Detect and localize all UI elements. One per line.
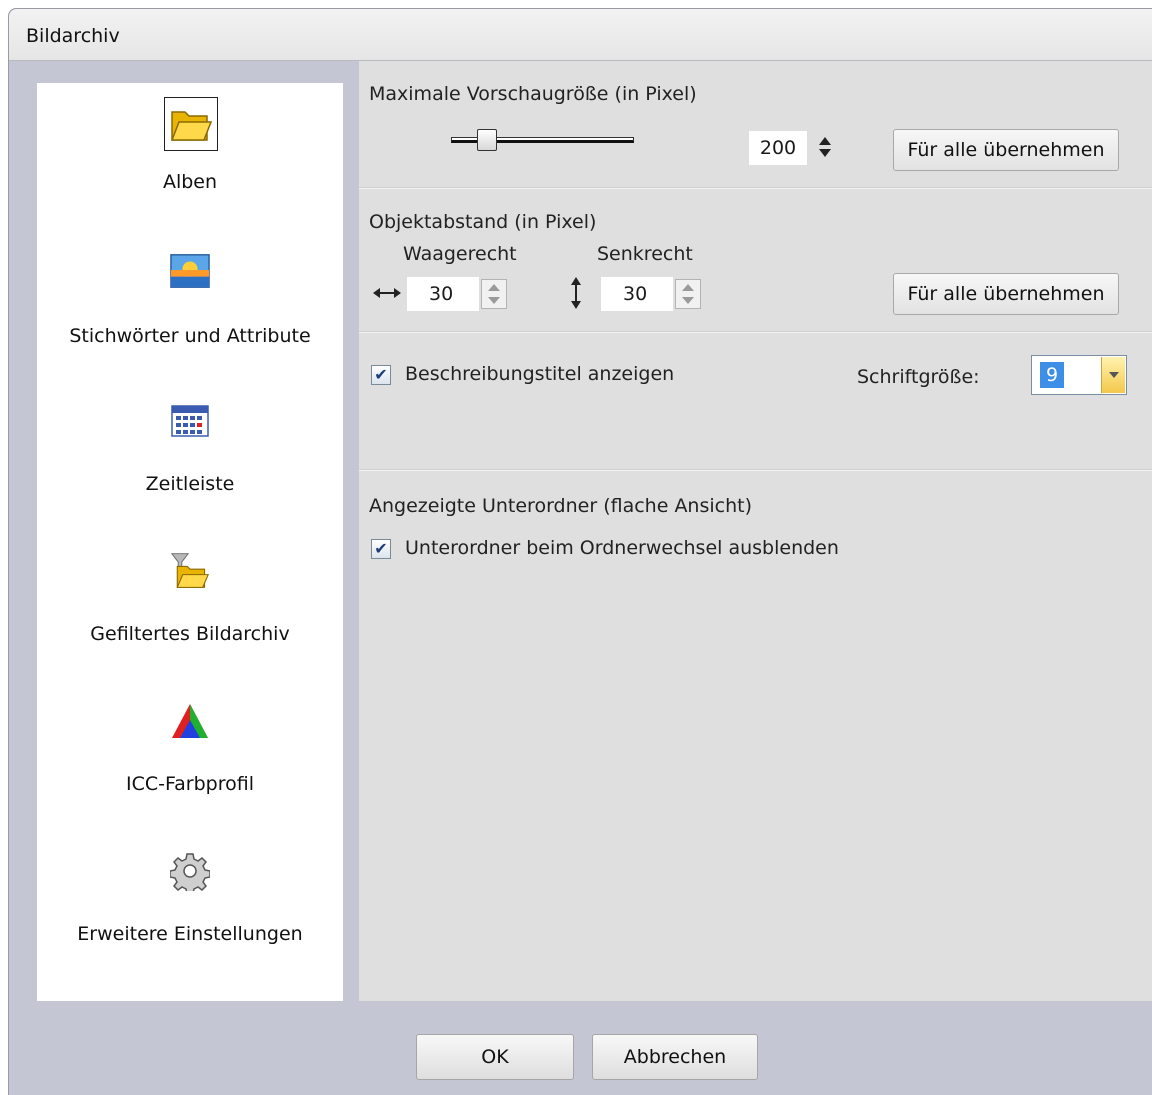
font-size-select[interactable]: 9 (1031, 355, 1127, 395)
sidebar-item-advanced[interactable]: Erweitere Einstellungen (37, 851, 343, 981)
sidebar-item-label: Erweitere Einstellungen (77, 923, 303, 945)
dialog-window: Bildarchiv Alben Stichwörter und Attribu… (8, 8, 1152, 1095)
horizontal-label: Waagerecht (403, 243, 517, 265)
horizontal-spacing-stepper[interactable] (481, 279, 507, 309)
sidebar-item-label: ICC-Farbprofil (125, 773, 255, 795)
sidebar-item-icc[interactable]: ICC-Farbprofil (37, 701, 343, 831)
settings-panel: Maximale Vorschaugröße (in Pixel) 200 Fü… (359, 61, 1152, 1001)
preview-size-stepper[interactable] (817, 133, 833, 163)
sidebar-item-label: Zeitleiste (145, 473, 235, 495)
show-title-label: Beschreibungstitel anzeigen (405, 363, 675, 385)
preview-size-heading: Maximale Vorschaugröße (in Pixel) (369, 83, 697, 105)
vertical-spacing-stepper[interactable] (675, 279, 701, 309)
stepper-up-icon[interactable] (488, 284, 500, 291)
vertical-spacing-input[interactable]: 30 (601, 277, 673, 311)
sidebar-item-label: Alben (162, 171, 218, 193)
horizontal-arrows-icon (371, 283, 403, 303)
category-sidebar: Alben Stichwörter und Attribute Zeitleis… (37, 83, 343, 1001)
chevron-down-icon (1109, 372, 1119, 378)
hide-subfolders-checkbox[interactable]: ✔ (371, 539, 391, 559)
slider-thumb[interactable] (477, 129, 497, 151)
section-divider (359, 187, 1152, 189)
folder-open-icon (164, 97, 218, 151)
section-divider (359, 331, 1152, 333)
subfolders-heading: Angezeigte Unterordner (flache Ansicht) (369, 495, 753, 517)
cancel-button[interactable]: Abbrechen (592, 1034, 758, 1080)
filter-folder-icon (170, 551, 210, 591)
show-title-checkbox[interactable]: ✔ (371, 365, 391, 385)
dropdown-button[interactable] (1101, 357, 1125, 393)
sidebar-item-alben[interactable]: Alben (37, 91, 343, 221)
title-bar[interactable]: Bildarchiv (9, 9, 1152, 61)
window-title: Bildarchiv (26, 25, 120, 47)
stepper-up-icon[interactable] (819, 137, 831, 145)
stepper-down-icon[interactable] (488, 297, 500, 304)
horizontal-spacing-input[interactable]: 30 (407, 277, 479, 311)
preview-size-input[interactable]: 200 (749, 131, 807, 165)
stepper-down-icon[interactable] (819, 149, 831, 157)
landscape-image-icon (170, 251, 210, 291)
sidebar-item-keywords[interactable]: Stichwörter und Attribute (37, 251, 343, 381)
calendar-icon (170, 401, 210, 441)
ok-button[interactable]: OK (416, 1034, 574, 1080)
gear-icon (170, 851, 210, 891)
sidebar-item-timeline[interactable]: Zeitleiste (37, 401, 343, 531)
vertical-arrows-icon (563, 275, 589, 311)
stepper-up-icon[interactable] (682, 284, 694, 291)
vertical-label: Senkrecht (597, 243, 693, 265)
stepper-down-icon[interactable] (682, 297, 694, 304)
font-size-value: 9 (1040, 362, 1064, 388)
sidebar-item-label: Gefiltertes Bildarchiv (90, 623, 290, 645)
color-triangle-icon (170, 701, 210, 741)
sidebar-item-filtered[interactable]: Gefiltertes Bildarchiv (37, 551, 343, 681)
spacing-heading: Objektabstand (in Pixel) (369, 211, 597, 233)
sidebar-item-label: Stichwörter und Attribute (69, 325, 311, 347)
preview-apply-all-button[interactable]: Für alle übernehmen (893, 129, 1119, 171)
hide-subfolders-label: Unterordner beim Ordnerwechsel ausblende… (405, 537, 839, 559)
spacing-apply-all-button[interactable]: Für alle übernehmen (893, 273, 1119, 315)
section-divider (359, 469, 1152, 471)
font-size-label: Schriftgröße: (857, 366, 980, 388)
